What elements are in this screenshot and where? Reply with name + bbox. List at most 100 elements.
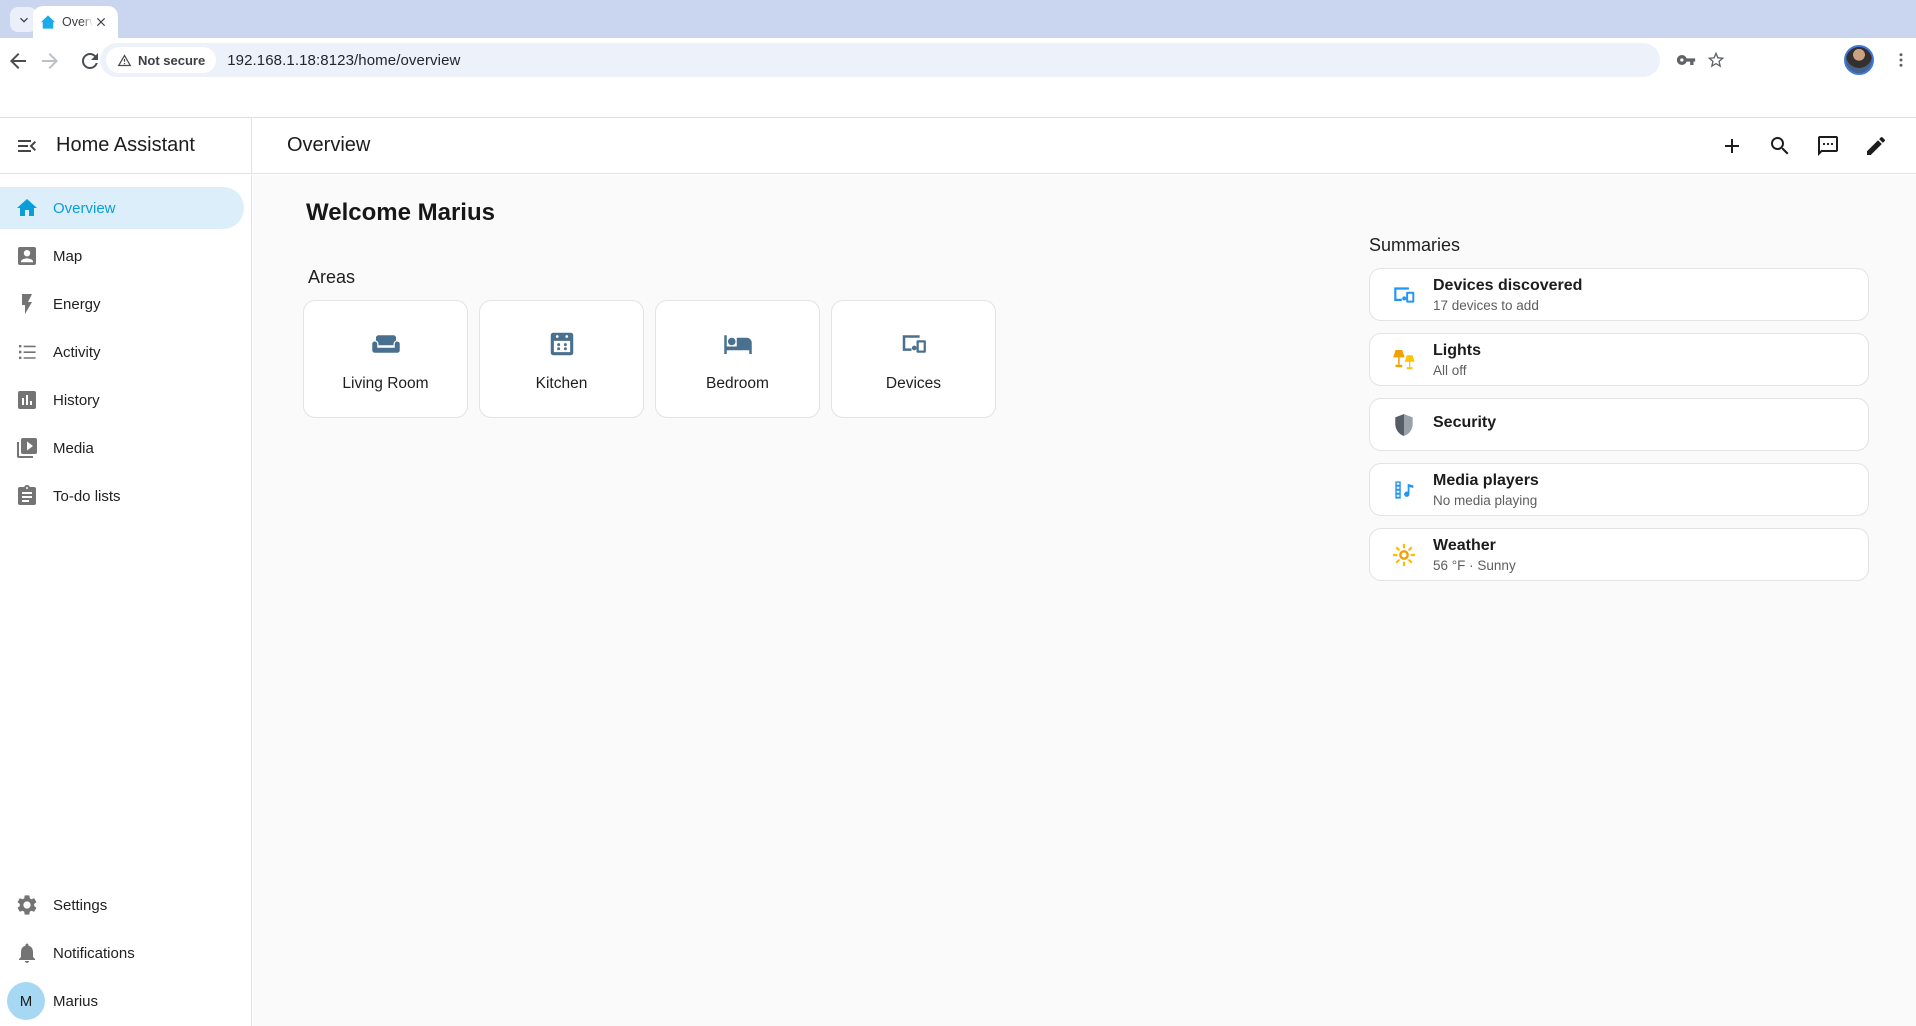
area-card-bedroom[interactable]: Bedroom: [655, 300, 820, 418]
summary-title: Lights: [1433, 342, 1481, 360]
edit-dashboard-button[interactable]: [1852, 122, 1900, 170]
home-assistant-favicon: [40, 14, 56, 30]
browser-tab[interactable]: Overvie: [33, 6, 118, 38]
sidebar-item-activity[interactable]: Activity: [0, 331, 244, 373]
sidebar-item-todo-lists[interactable]: To-do lists: [0, 475, 244, 517]
lightning-bolt-icon: [15, 292, 39, 316]
sidebar-item-label: Media: [53, 440, 94, 457]
sidebar-header: Home Assistant: [0, 118, 252, 173]
area-card-label: Kitchen: [536, 375, 588, 393]
welcome-heading: Welcome Marius: [306, 199, 495, 227]
search-icon: [1768, 134, 1792, 158]
bed-icon: [723, 329, 753, 359]
area-card-label: Living Room: [342, 375, 428, 393]
home-icon: [15, 196, 39, 220]
devices-icon: [1391, 282, 1417, 308]
devices-icon: [899, 329, 929, 359]
sun-icon: [1391, 542, 1417, 568]
summary-subtitle: All off: [1433, 363, 1481, 378]
summary-title: Media players: [1433, 472, 1539, 490]
not-secure-label: Not secure: [138, 53, 205, 68]
sidebar-item-label: Notifications: [53, 945, 135, 962]
area-card-label: Devices: [886, 375, 941, 393]
summary-card-devices-discovered[interactable]: Devices discovered 17 devices to add: [1369, 268, 1869, 321]
area-cards: Living Room Kitchen Bedroom Devices: [303, 300, 996, 418]
header-actions: [1708, 122, 1900, 170]
sidebar-item-map[interactable]: Map: [0, 235, 244, 277]
area-card-devices[interactable]: Devices: [831, 300, 996, 418]
areas-section-title: Areas: [308, 267, 355, 288]
password-key-icon[interactable]: [1676, 50, 1696, 70]
bell-icon: [15, 941, 39, 965]
summary-subtitle: 17 devices to add: [1433, 298, 1582, 313]
forward-icon[interactable]: [38, 49, 62, 73]
browser-profile-avatar[interactable]: [1844, 45, 1874, 75]
back-icon[interactable]: [6, 49, 30, 73]
browser-menu-icon[interactable]: [1892, 51, 1910, 69]
pencil-icon: [1864, 134, 1888, 158]
sidebar-item-energy[interactable]: Energy: [0, 283, 244, 325]
clipboard-list-icon: [15, 484, 39, 508]
sidebar-item-label: History: [53, 392, 100, 409]
browser-toolbar: Not secure 192.168.1.18:8123/home/overvi…: [0, 38, 1916, 118]
url-text: 192.168.1.18:8123/home/overview: [227, 52, 460, 69]
assist-button[interactable]: [1804, 122, 1852, 170]
stove-icon: [547, 329, 577, 359]
chevron-down-icon: [16, 12, 32, 28]
area-card-living-room[interactable]: Living Room: [303, 300, 468, 418]
summary-title: Weather: [1433, 537, 1516, 555]
shield-half-icon: [1391, 412, 1417, 438]
app-title: Home Assistant: [56, 134, 195, 157]
gear-icon: [15, 893, 39, 917]
sidebar-item-label: Overview: [53, 200, 116, 217]
sofa-icon: [371, 329, 401, 359]
summary-card-weather[interactable]: Weather 56 °F · Sunny: [1369, 528, 1869, 581]
area-card-kitchen[interactable]: Kitchen: [479, 300, 644, 418]
sidebar-item-notifications[interactable]: Notifications: [0, 932, 244, 974]
summary-card-media-players[interactable]: Media players No media playing: [1369, 463, 1869, 516]
list-icon: [15, 340, 39, 364]
summaries-section: Summaries Devices discovered 17 devices …: [1369, 235, 1869, 581]
sidebar-item-label: To-do lists: [53, 488, 121, 505]
sidebar-item-media[interactable]: Media: [0, 427, 244, 469]
tab-close-icon[interactable]: [94, 15, 108, 29]
area-card-label: Bedroom: [706, 375, 769, 393]
address-bar[interactable]: Not secure 192.168.1.18:8123/home/overvi…: [100, 43, 1660, 77]
sidebar-toggle-icon[interactable]: [15, 134, 39, 158]
summary-subtitle: No media playing: [1433, 493, 1539, 508]
sidebar-footer: Settings Notifications M Marius: [0, 884, 244, 1022]
plus-icon: [1720, 134, 1744, 158]
sidebar-item-overview[interactable]: Overview: [0, 187, 244, 229]
user-avatar: M: [7, 982, 45, 1020]
sidebar-item-history[interactable]: History: [0, 379, 244, 421]
not-secure-chip[interactable]: Not secure: [106, 47, 216, 73]
bookmark-star-icon[interactable]: [1706, 50, 1726, 70]
lamps-icon: [1391, 347, 1417, 373]
sidebar-item-label: Settings: [53, 897, 107, 914]
tab-title: Overvie: [62, 15, 93, 29]
play-box-icon: [15, 436, 39, 460]
assist-chat-icon: [1816, 134, 1840, 158]
reload-icon[interactable]: [78, 49, 102, 73]
sidebar-item-settings[interactable]: Settings: [0, 884, 244, 926]
app-header: Home Assistant Overview: [0, 118, 1916, 174]
sidebar-user-profile[interactable]: M Marius: [0, 980, 244, 1022]
search-button[interactable]: [1756, 122, 1804, 170]
add-button[interactable]: [1708, 122, 1756, 170]
chart-box-icon: [15, 388, 39, 412]
summary-card-lights[interactable]: Lights All off: [1369, 333, 1869, 386]
account-box-icon: [15, 244, 39, 268]
sidebar-item-label: Activity: [53, 344, 101, 361]
summary-card-security[interactable]: Security: [1369, 398, 1869, 451]
main-content: Welcome Marius Areas Living Room Kitchen…: [253, 175, 1916, 1026]
summary-title: Devices discovered: [1433, 277, 1582, 295]
sidebar-item-label: Map: [53, 248, 82, 265]
sidebar-item-label: Energy: [53, 296, 101, 313]
view-header: Overview: [252, 118, 1916, 173]
summary-title: Security: [1433, 414, 1496, 432]
warning-icon: [117, 53, 132, 68]
summary-subtitle: 56 °F · Sunny: [1433, 558, 1516, 573]
browser-tab-strip: Overvie: [0, 0, 1916, 38]
page-title: Overview: [287, 134, 370, 157]
user-name: Marius: [53, 993, 98, 1010]
